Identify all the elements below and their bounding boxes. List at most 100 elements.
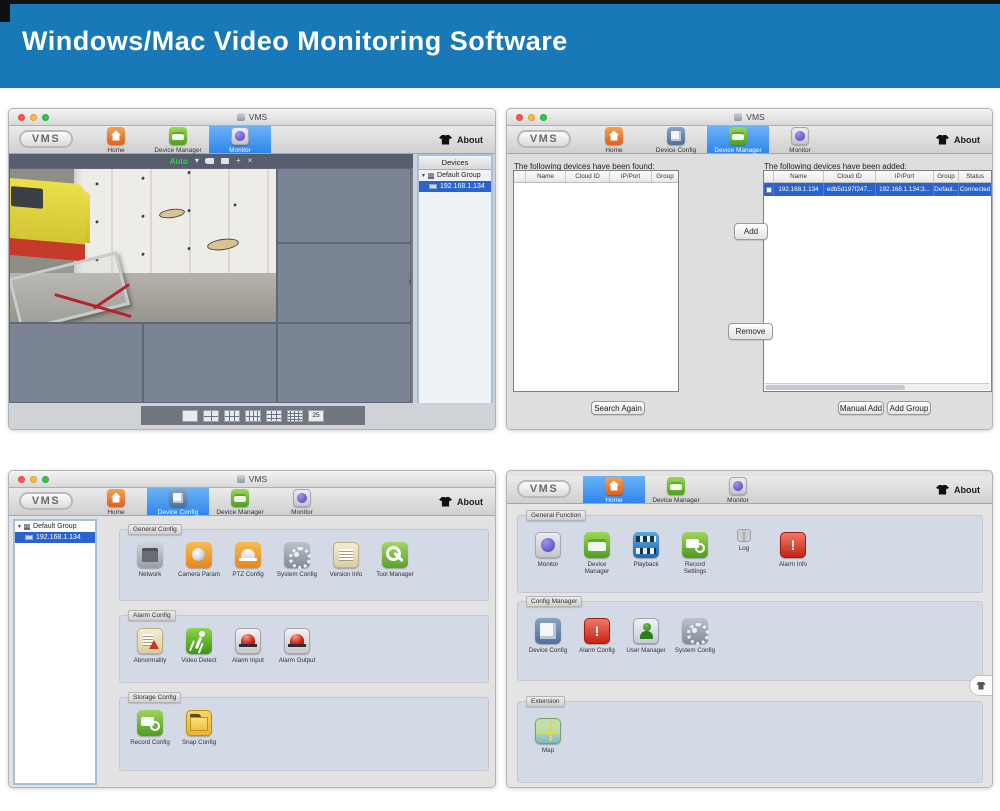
app-item-camera-param[interactable]: Camera Param	[177, 542, 221, 578]
app-item-device-config[interactable]: Device Config	[526, 618, 570, 654]
layout-6-button[interactable]	[224, 410, 240, 422]
snapshot-icon[interactable]	[206, 158, 214, 164]
alarm-config-group: Alarm Config Abnormality Video Detect Al…	[119, 615, 489, 683]
traffic-lights[interactable]	[18, 114, 49, 121]
tree-item-default-group[interactable]: ▾ Default Group	[419, 170, 491, 181]
minimize-window-button[interactable]	[528, 114, 535, 121]
tab-device-manager[interactable]: Device Manager	[209, 488, 271, 515]
layout-16-button[interactable]	[287, 410, 303, 422]
close-window-button[interactable]	[516, 114, 523, 121]
app-item-video-detect[interactable]: Video Detect	[177, 628, 221, 664]
app-item-alarm-output[interactable]: Alarm Output	[275, 628, 319, 664]
about-button[interactable]: About	[439, 488, 483, 515]
video-cell-empty[interactable]	[9, 323, 143, 403]
search-again-button[interactable]: Search Again	[591, 401, 645, 415]
app-item-record-config[interactable]: Record Config	[128, 710, 172, 746]
record-icon[interactable]	[221, 158, 229, 164]
tab-home[interactable]: Home	[85, 488, 147, 515]
device-config-icon	[169, 489, 187, 507]
app-item-device-manager[interactable]: Device Manager	[575, 532, 619, 575]
layout-9-button[interactable]	[266, 410, 282, 422]
app-item-abnormality[interactable]: Abnormality	[128, 628, 172, 664]
manual-add-button[interactable]: Manual Add	[838, 401, 884, 415]
tab-device-manager[interactable]: Device Manager	[645, 476, 707, 503]
general-config-group: General Config Network Camera Param PTZ …	[119, 529, 489, 601]
layout-4-button[interactable]	[203, 410, 219, 422]
side-feedback-tab[interactable]	[969, 675, 993, 696]
zoom-window-button[interactable]	[42, 114, 49, 121]
tab-monitor[interactable]: Monitor	[271, 488, 333, 515]
app-item-network[interactable]: Network	[128, 542, 172, 578]
tree-expander-icon[interactable]: ▾	[422, 172, 425, 179]
horizontal-scrollbar[interactable]	[765, 383, 990, 390]
app-item-map[interactable]: Map	[526, 718, 570, 754]
close-stream-icon[interactable]: ×	[248, 157, 253, 165]
app-item-log[interactable]: Log	[722, 532, 766, 575]
app-item-record-settings[interactable]: Record Settings	[673, 532, 717, 575]
layout-8-button[interactable]	[245, 410, 261, 422]
app-item-ptz-config[interactable]: PTZ Config	[226, 542, 270, 578]
app-item-version-info[interactable]: Version Info	[324, 542, 368, 578]
tab-home[interactable]: Home	[583, 476, 645, 503]
add-stream-icon[interactable]: +	[236, 157, 241, 165]
found-devices-table[interactable]: Name Cloud ID IP/Port Group	[513, 170, 679, 392]
add-group-button[interactable]: Add Group	[887, 401, 931, 415]
app-item-system-config[interactable]: System Config	[673, 618, 717, 654]
app-item-tool-manager[interactable]: Tool Manager	[373, 542, 417, 578]
row-checkbox[interactable]	[766, 187, 772, 193]
app-item-alarm-input[interactable]: Alarm Input	[226, 628, 270, 664]
app-item-user-manager[interactable]: User Manager	[624, 618, 668, 654]
about-button[interactable]: About	[439, 126, 483, 153]
about-button[interactable]: About	[936, 126, 980, 153]
app-item-snap-config[interactable]: Snap Config	[177, 710, 221, 746]
tab-home[interactable]: Home	[85, 126, 147, 153]
zoom-window-button[interactable]	[540, 114, 547, 121]
tree-item-device[interactable]: 192.168.1.134	[15, 532, 95, 543]
record-config-icon	[137, 710, 163, 736]
layout-1-button[interactable]	[182, 410, 198, 422]
scrollbar-thumb[interactable]	[765, 385, 905, 390]
video-cell-live[interactable]	[9, 168, 277, 323]
app-item-alarm-info[interactable]: Alarm Info	[771, 532, 815, 575]
app-item-alarm-config[interactable]: Alarm Config	[575, 618, 619, 654]
zoom-window-button[interactable]	[42, 476, 49, 483]
stream-auto-label[interactable]: Auto	[170, 157, 188, 166]
home-icon	[605, 127, 623, 145]
video-cell-empty[interactable]	[277, 168, 411, 243]
app-item-system-config[interactable]: System Config	[275, 542, 319, 578]
traffic-lights[interactable]	[18, 476, 49, 483]
app-item-monitor[interactable]: Monitor	[526, 532, 570, 575]
add-device-button[interactable]: Add	[734, 223, 768, 240]
app-item-playback[interactable]: Playback	[624, 532, 668, 575]
close-window-button[interactable]	[18, 114, 25, 121]
traffic-lights[interactable]	[516, 114, 547, 121]
layout-25-button[interactable]: 25	[308, 410, 324, 422]
tree-item-default-group[interactable]: ▾ Default Group	[15, 521, 95, 532]
video-cell-empty[interactable]	[277, 243, 411, 323]
tab-device-config[interactable]: Device Config	[645, 126, 707, 153]
version-info-icon	[333, 542, 359, 568]
video-cell-empty[interactable]	[277, 323, 411, 403]
stream-dropdown-icon[interactable]: ▾	[195, 157, 199, 165]
tab-device-config[interactable]: Device Config	[147, 488, 209, 515]
alarm-info-icon	[780, 532, 806, 558]
banner-title: Windows/Mac Video Monitoring Software	[22, 26, 568, 57]
tab-monitor[interactable]: Monitor	[769, 126, 831, 153]
about-button[interactable]: About	[936, 476, 980, 503]
tab-device-manager[interactable]: Device Manager	[707, 126, 769, 153]
tree-expander-icon[interactable]: ▾	[18, 523, 21, 530]
tree-item-device[interactable]: 192.168.1.134	[419, 181, 491, 192]
tab-monitor[interactable]: Monitor	[209, 126, 271, 153]
close-window-button[interactable]	[18, 476, 25, 483]
minimize-window-button[interactable]	[30, 114, 37, 121]
tab-monitor[interactable]: Monitor	[707, 476, 769, 503]
tab-home[interactable]: Home	[583, 126, 645, 153]
minimize-window-button[interactable]	[30, 476, 37, 483]
remove-device-button[interactable]: Remove	[728, 323, 773, 340]
video-cell-empty[interactable]	[143, 323, 277, 403]
collapse-panel-chevron[interactable]: ›	[408, 276, 412, 288]
device-table-row[interactable]: 192.168.1.134 edb5d197f247... 192.168.1.…	[764, 183, 991, 196]
group-label: Config Manager	[526, 596, 582, 607]
added-devices-table[interactable]: Name Cloud ID IP/Port Group Status 192.1…	[763, 170, 992, 392]
tab-device-manager[interactable]: Device Manager	[147, 126, 209, 153]
